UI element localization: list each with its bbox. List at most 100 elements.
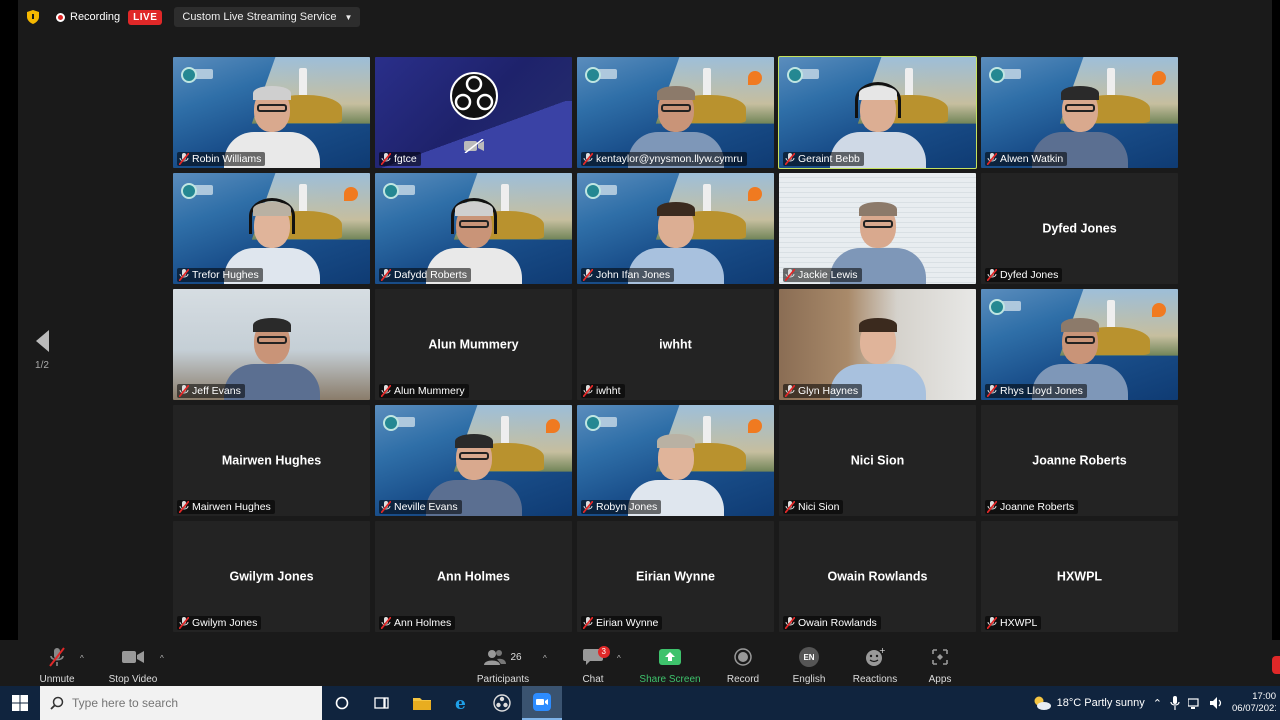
windows-start-icon[interactable] — [0, 686, 40, 720]
participant-tile[interactable]: John Ifan Jones — [577, 173, 774, 284]
participant-tile[interactable]: fgtce — [375, 57, 572, 168]
participant-tile[interactable]: Jackie Lewis — [779, 173, 976, 284]
cortana-circle-icon[interactable] — [322, 686, 362, 720]
participant-tile[interactable]: Geraint Bebb — [778, 56, 977, 169]
participant-tile[interactable]: Gwilym Jones Gwilym Jones — [173, 521, 370, 632]
microphone-muted-icon — [987, 269, 997, 281]
participant-display-name: Ann Holmes — [437, 568, 510, 583]
participant-name: Ann Holmes — [394, 617, 452, 629]
windows-taskbar: e 18°C Partly sunny ⌃ 17:00 06/07/2021 — [0, 686, 1280, 720]
participant-tile[interactable]: Dafydd Roberts — [375, 173, 572, 284]
internet-explorer-icon[interactable]: e — [442, 686, 482, 720]
participant-tile[interactable]: Alun Mummery Alun Mummery — [375, 289, 572, 400]
microphone-muted-icon — [987, 385, 997, 397]
zoom-meeting-window: Recording LIVE Custom Live Streaming Ser… — [0, 0, 1280, 720]
chat-options-chevron-icon[interactable]: ^ — [617, 654, 621, 663]
microphone-muted-icon — [583, 501, 593, 513]
record-label: Record — [726, 674, 760, 685]
participant-display-name: Eirian Wynne — [636, 568, 715, 583]
microphone-muted-icon — [179, 269, 189, 281]
microphone-muted-icon — [381, 617, 391, 629]
unmute-button[interactable]: Unmute — [22, 646, 92, 685]
participant-tile[interactable]: Neville Evans — [375, 405, 572, 516]
network-icon[interactable] — [1188, 697, 1202, 709]
previous-page-nav[interactable]: 1/2 — [30, 330, 54, 371]
participant-name: Nici Sion — [798, 501, 840, 513]
participant-display-name: HXWPL — [1056, 568, 1103, 583]
participant-tile[interactable]: Robyn Jones — [577, 405, 774, 516]
microphone-muted-icon — [381, 501, 391, 513]
participant-name-label: Robyn Jones — [581, 500, 662, 514]
participant-tile[interactable]: Owain Rowlands Owain Rowlands — [779, 521, 976, 632]
taskbar-clock[interactable]: 17:00 06/07/2021 — [1232, 691, 1276, 715]
recording-dot-icon — [56, 12, 65, 22]
participant-name: Dyfed Jones — [1000, 269, 1059, 281]
participant-display-name: Owain Rowlands — [827, 568, 928, 583]
chat-button[interactable]: 3 Chat — [558, 646, 628, 685]
participant-tile[interactable]: HXWPL HXWPL — [981, 521, 1178, 632]
arrow-left-icon[interactable] — [35, 330, 49, 352]
obs-logo-icon — [449, 72, 498, 120]
recording-indicator[interactable]: Recording — [56, 11, 120, 23]
participant-name-label: Ann Holmes — [379, 616, 456, 630]
participant-tile[interactable]: Robin Williams — [173, 57, 370, 168]
meeting-controls-toolbar: Unmute ^ Stop Video ^ 26 Participants ^ … — [0, 640, 1280, 686]
chat-unread-badge: 3 — [597, 646, 610, 658]
weather-widget[interactable]: 18°C Partly sunny — [1032, 695, 1145, 711]
zoom-app-icon[interactable] — [522, 686, 562, 720]
participant-name: Trefor Hughes — [192, 269, 259, 281]
participant-name-label: Alun Mummery — [379, 384, 469, 398]
search-icon — [50, 696, 64, 710]
participant-name-label: Owain Rowlands — [783, 616, 881, 630]
participant-tile[interactable]: Nici Sion Nici Sion — [779, 405, 976, 516]
globe-language-icon: EN — [799, 647, 819, 667]
streaming-service-dropdown[interactable]: Custom Live Streaming Service ▼ — [174, 7, 361, 27]
participant-tile[interactable]: kentaylor@ynysmon.llyw.cymru — [577, 57, 774, 168]
participant-tile[interactable]: Jeff Evans — [173, 289, 370, 400]
participant-name: iwhht — [596, 385, 621, 397]
participant-name: Alwen Watkin — [1000, 153, 1064, 165]
participant-tile[interactable]: Rhys Lloyd Jones — [981, 289, 1178, 400]
record-button[interactable]: Record — [708, 646, 778, 685]
language-interpretation-button[interactable]: EN English — [774, 646, 844, 685]
participant-name-label: John Ifan Jones — [581, 268, 675, 282]
share-screen-button[interactable]: Share Screen — [635, 646, 705, 685]
participant-name-label: Eirian Wynne — [581, 616, 663, 630]
participant-name-label: Geraint Bebb — [783, 152, 864, 166]
participant-name: Alun Mummery — [394, 385, 465, 397]
stop-video-button[interactable]: Stop Video — [98, 646, 168, 685]
live-badge[interactable]: LIVE — [128, 9, 163, 25]
volume-icon[interactable] — [1210, 697, 1224, 709]
participant-tile[interactable]: Alwen Watkin — [981, 57, 1178, 168]
participant-tile[interactable]: iwhht iwhht — [577, 289, 774, 400]
chat-label: Chat — [582, 674, 604, 685]
taskbar-search[interactable] — [40, 686, 322, 720]
apps-button[interactable]: Apps — [905, 646, 975, 685]
taskbar-search-input[interactable] — [72, 696, 292, 710]
microphone-tray-icon[interactable] — [1170, 696, 1180, 710]
file-explorer-icon[interactable] — [402, 686, 442, 720]
participant-tile[interactable]: Eirian Wynne Eirian Wynne — [577, 521, 774, 632]
participant-name-label: Trefor Hughes — [177, 268, 263, 282]
video-options-chevron-icon[interactable]: ^ — [160, 654, 164, 663]
share-screen-label: Share Screen — [639, 674, 701, 685]
participant-tile[interactable]: Joanne Roberts Joanne Roberts — [981, 405, 1178, 516]
participant-name-label: Mairwen Hughes — [177, 500, 275, 514]
reactions-button[interactable]: + Reactions — [840, 646, 910, 685]
microphone-muted-icon — [381, 269, 391, 281]
participant-tile[interactable]: Dyfed Jones Dyfed Jones — [981, 173, 1178, 284]
participant-tile[interactable]: Ann Holmes Ann Holmes — [375, 521, 572, 632]
obs-studio-icon[interactable] — [482, 686, 522, 720]
recording-label: Recording — [70, 11, 121, 23]
audio-options-chevron-icon[interactable]: ^ — [80, 654, 84, 663]
participant-tile[interactable]: Glyn Haynes — [779, 289, 976, 400]
task-view-icon[interactable] — [362, 686, 402, 720]
participants-options-chevron-icon[interactable]: ^ — [543, 654, 547, 663]
participant-tile[interactable]: Mairwen Hughes Mairwen Hughes — [173, 405, 370, 516]
clock-date: 06/07/2021 — [1232, 703, 1276, 714]
security-shield-icon[interactable] — [26, 10, 40, 24]
participants-button[interactable]: 26 Participants — [468, 646, 538, 685]
participant-tile[interactable]: Trefor Hughes — [173, 173, 370, 284]
chevron-up-icon[interactable]: ⌃ — [1153, 697, 1162, 710]
participant-name-label: Neville Evans — [379, 500, 462, 514]
